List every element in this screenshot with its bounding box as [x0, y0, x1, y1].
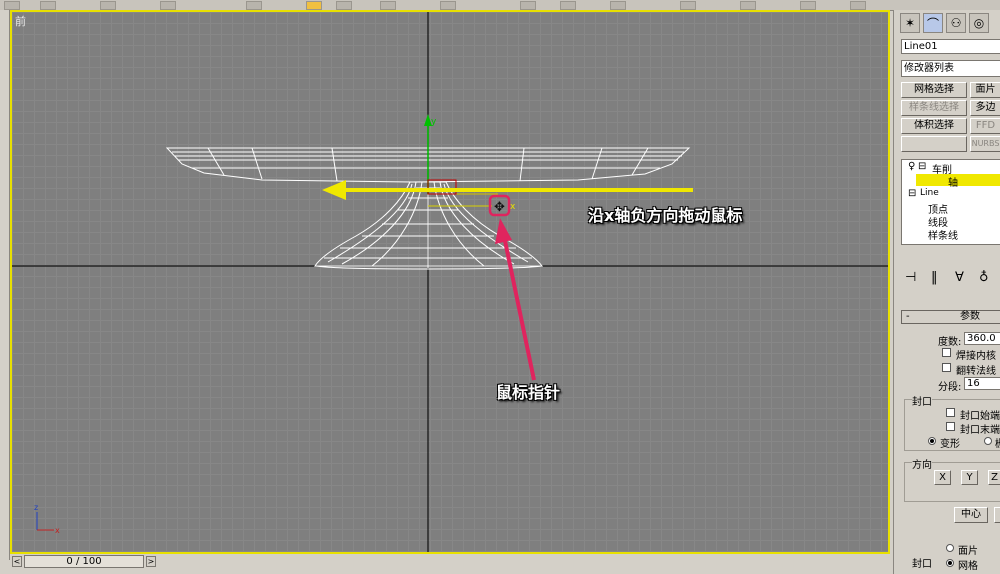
command-panel: ✶ ⌒ ⚇ ◎ Line01 修改器列表 网格选择 面片 样条线选择 多边 体积… — [893, 10, 1000, 574]
toolbar-button[interactable] — [680, 1, 696, 10]
params-rollout-title: 参数 — [960, 311, 980, 322]
time-next-button[interactable]: > — [146, 556, 156, 567]
time-prev-button[interactable]: < — [12, 556, 22, 567]
cap-start-checkbox[interactable] — [946, 408, 955, 417]
modifier-list-dropdown[interactable]: 修改器列表 — [901, 60, 1000, 77]
pointer-annotation-arrow — [495, 218, 536, 381]
svg-text:x: x — [510, 202, 516, 212]
pointer-annotation: 鼠标指针 — [496, 383, 561, 402]
modify-tab-icon[interactable]: ⌒ — [923, 13, 943, 33]
toolbar-button[interactable] — [850, 1, 866, 10]
stack-item-line[interactable]: Line — [920, 188, 939, 198]
lightbulb-icon[interactable]: ♀ — [908, 161, 915, 172]
object-name-field[interactable]: Line01 — [901, 39, 1000, 54]
modifier-stack: ♀ ⊟ 车削 轴 ⊟ Line 顶点 线段 样条线 — [901, 159, 1000, 245]
segments-label: 分段: — [938, 382, 962, 393]
toolbar-button[interactable] — [610, 1, 626, 10]
collapse-sign: - — [906, 311, 910, 322]
volume-select-button[interactable]: 体积选择 — [901, 118, 967, 134]
viewport-scene: y x ✥ z x — [12, 12, 888, 552]
toolbar-button[interactable] — [40, 1, 56, 10]
patch-label: 面片 — [958, 546, 978, 557]
mouse-pointer-marker: ✥ — [488, 194, 511, 217]
drag-instruction-annotation: 沿x轴负方向拖动鼠标 — [588, 206, 743, 225]
select-move-button[interactable] — [306, 1, 322, 10]
direction-x-button[interactable]: X — [934, 470, 951, 485]
motion-tab-icon[interactable]: ◎ — [969, 13, 989, 33]
cap-start-label: 封口始端 — [960, 411, 1000, 422]
time-slider[interactable]: 0 / 100 — [24, 555, 144, 568]
morph-label: 变形 — [940, 439, 960, 450]
align-center-button[interactable]: 中心 — [954, 507, 988, 523]
toolbar-button[interactable] — [4, 1, 20, 10]
toolbar-button[interactable] — [520, 1, 536, 10]
poly-button[interactable]: 多边 — [970, 100, 1000, 116]
face-button[interactable]: 面片 — [970, 82, 1000, 98]
toolbar-button[interactable] — [380, 1, 396, 10]
cap-end-checkbox[interactable] — [946, 422, 955, 431]
nurbs-button[interactable]: NURBS — [970, 136, 1000, 152]
weld-core-checkbox[interactable] — [942, 348, 951, 357]
pin-stack-icon[interactable]: ⊣ — [905, 270, 916, 285]
empty-button[interactable] — [901, 136, 967, 152]
stack-item-axis[interactable]: 轴 — [948, 174, 958, 189]
mesh-radio[interactable] — [946, 559, 954, 567]
svg-text:✥: ✥ — [494, 200, 505, 215]
make-unique-icon[interactable]: ∀ — [955, 270, 964, 285]
mesh-select-button[interactable]: 网格选择 — [901, 82, 967, 98]
flip-normals-label: 翻转法线 — [956, 366, 996, 377]
transform-gizmo: y x — [424, 114, 516, 212]
output-group-label: 封口 — [912, 559, 932, 570]
front-viewport[interactable]: 前 y x ✥ z x 沿x轴负方向拖动鼠标 鼠标指针 — [10, 10, 890, 554]
create-tab-icon[interactable]: ✶ — [900, 13, 920, 33]
time-bar: < 0 / 100 > — [10, 554, 890, 570]
svg-text:x: x — [55, 526, 60, 535]
flip-normals-checkbox[interactable] — [942, 363, 951, 372]
collapse-icon[interactable]: ⊟ — [918, 161, 926, 172]
direction-z-button[interactable]: Z — [988, 470, 1000, 485]
toolbar-button[interactable] — [336, 1, 352, 10]
cap-group-label: 封口 — [912, 393, 932, 408]
spline-select-button[interactable]: 样条线选择 — [901, 100, 967, 116]
toolbar-button[interactable] — [800, 1, 816, 10]
cap-end-label: 封口末端 — [960, 425, 1000, 436]
patch-radio[interactable] — [946, 544, 954, 552]
params-rollout-header[interactable]: - 参数 — [901, 310, 1000, 324]
toolbar-button[interactable] — [160, 1, 176, 10]
axis-tripod: z x — [34, 503, 60, 535]
direction-y-button[interactable]: Y — [961, 470, 978, 485]
toolbar-button[interactable] — [440, 1, 456, 10]
stack-item-spline[interactable]: 样条线 — [928, 227, 958, 242]
grid-label: 栅 — [995, 435, 1000, 450]
svg-text:y: y — [431, 117, 437, 127]
toolbar-button[interactable] — [740, 1, 756, 10]
direction-group-label: 方向 — [912, 456, 932, 471]
grid-radio[interactable] — [984, 437, 992, 445]
mesh-label: 网格 — [958, 561, 978, 572]
stack-item-axis-row[interactable]: 轴 — [916, 174, 1000, 189]
collapse-icon[interactable]: ⊟ — [908, 188, 916, 199]
remove-modifier-icon[interactable]: ♁ — [979, 270, 989, 285]
svg-text:z: z — [34, 503, 38, 512]
ffd-button[interactable]: FFD — [970, 118, 1000, 134]
toolbar-button[interactable] — [100, 1, 116, 10]
degrees-field[interactable]: 360.0 — [964, 332, 1000, 345]
left-edge-strip — [0, 10, 10, 560]
hierarchy-tab-icon[interactable]: ⚇ — [946, 13, 966, 33]
weld-core-label: 焊接内核 — [956, 351, 996, 362]
align-max-button[interactable] — [994, 507, 1000, 523]
toolbar-button[interactable] — [246, 1, 262, 10]
toolbar-button[interactable] — [560, 1, 576, 10]
show-end-result-icon[interactable]: ‖ — [931, 270, 938, 285]
stack-tools: ⊣ ‖ ∀ ♁ — [901, 268, 1000, 288]
segments-field[interactable]: 16 — [964, 377, 1000, 390]
degrees-label: 度数: — [938, 337, 962, 348]
morph-radio[interactable] — [928, 437, 936, 445]
